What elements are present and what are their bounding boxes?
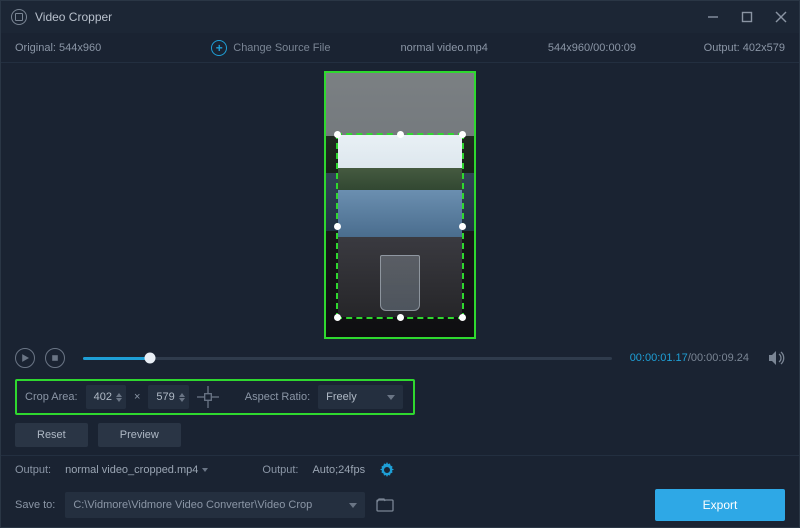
output-bar: Output: normal video_cropped.mp4 Output:… [1, 455, 799, 483]
seek-slider[interactable] [83, 357, 612, 360]
app-window: Video Cropper Original: 544x960 + Change… [0, 0, 800, 528]
titlebar: Video Cropper [1, 1, 799, 33]
output-file-label: Output: [15, 464, 51, 476]
crop-handle-tl[interactable] [334, 131, 341, 138]
app-title: Video Cropper [35, 10, 112, 24]
close-button[interactable] [773, 9, 789, 25]
maximize-button[interactable] [739, 9, 755, 25]
original-label: Original: [15, 42, 56, 54]
crop-handle-bl[interactable] [334, 314, 341, 321]
info-bar: Original: 544x960 + Change Source File n… [1, 33, 799, 63]
save-to-label: Save to: [15, 499, 55, 511]
aspect-ratio-select[interactable]: Freely [318, 385, 403, 409]
height-down[interactable] [179, 398, 185, 402]
crop-width-value: 402 [94, 391, 112, 403]
crop-handle-tm[interactable] [397, 131, 404, 138]
app-icon [11, 9, 27, 25]
crop-handle-bm[interactable] [397, 314, 404, 321]
crop-height-input[interactable]: 579 [148, 385, 188, 409]
save-bar: Save to: C:\Vidmore\Vidmore Video Conver… [1, 483, 799, 527]
aspect-ratio-label: Aspect Ratio: [245, 391, 310, 403]
action-buttons: Reset Preview [1, 423, 799, 455]
stop-button[interactable] [45, 348, 65, 368]
chevron-down-icon [387, 395, 395, 400]
gear-icon[interactable] [379, 462, 395, 478]
crop-handle-ml[interactable] [334, 223, 341, 230]
times-symbol: × [134, 391, 140, 403]
open-folder-icon[interactable] [375, 495, 395, 515]
chevron-down-icon [202, 468, 208, 472]
output-settings-value: Auto;24fps [312, 464, 365, 476]
output-filename[interactable]: normal video_cropped.mp4 [65, 464, 208, 476]
seek-fill [83, 357, 150, 360]
reset-button[interactable]: Reset [15, 423, 88, 447]
save-path-value: C:\Vidmore\Vidmore Video Converter\Video… [73, 499, 312, 511]
change-source-label: Change Source File [233, 42, 330, 54]
aspect-ratio-value: Freely [326, 391, 357, 403]
volume-icon[interactable] [767, 349, 785, 367]
time-duration: 00:00:09.24 [691, 352, 749, 364]
seek-thumb[interactable] [145, 353, 156, 364]
height-up[interactable] [179, 393, 185, 397]
crop-handle-br[interactable] [459, 314, 466, 321]
crop-width-input[interactable]: 402 [86, 385, 126, 409]
width-down[interactable] [116, 398, 122, 402]
chevron-down-icon [349, 503, 357, 508]
crop-area-label: Crop Area: [25, 391, 78, 403]
change-source-button[interactable]: + Change Source File [211, 40, 330, 56]
save-path-select[interactable]: C:\Vidmore\Vidmore Video Converter\Video… [65, 492, 365, 518]
crop-handle-mr[interactable] [459, 223, 466, 230]
output-label: Output: [704, 42, 740, 54]
width-up[interactable] [116, 393, 122, 397]
output-dims: 402x579 [743, 42, 785, 54]
plus-icon: + [211, 40, 227, 56]
crop-rectangle[interactable] [336, 133, 464, 319]
timecode: 00:00:01.17 / 00:00:09.24 [630, 352, 749, 364]
output-dims-group: Output: 402x579 [704, 42, 785, 54]
export-button[interactable]: Export [655, 489, 785, 521]
crop-controls: Crop Area: 402 × 579 Aspect Ratio: Freel… [15, 379, 415, 415]
time-current: 00:00:01.17 [630, 352, 688, 364]
window-controls [705, 9, 789, 25]
preview-button[interactable]: Preview [98, 423, 181, 447]
playback-bar: 00:00:01.17 / 00:00:09.24 [1, 343, 799, 373]
center-crop-icon[interactable] [197, 386, 219, 408]
source-filename: normal video.mp4 [400, 42, 487, 54]
video-frame[interactable] [324, 71, 476, 339]
output-settings-label: Output: [262, 464, 298, 476]
preview-area [1, 63, 799, 343]
play-button[interactable] [15, 348, 35, 368]
minimize-button[interactable] [705, 9, 721, 25]
original-dims: 544x960 [59, 42, 101, 54]
source-dims-time: 544x960/00:00:09 [548, 42, 636, 54]
crop-handle-tr[interactable] [459, 131, 466, 138]
crop-height-value: 579 [156, 391, 174, 403]
